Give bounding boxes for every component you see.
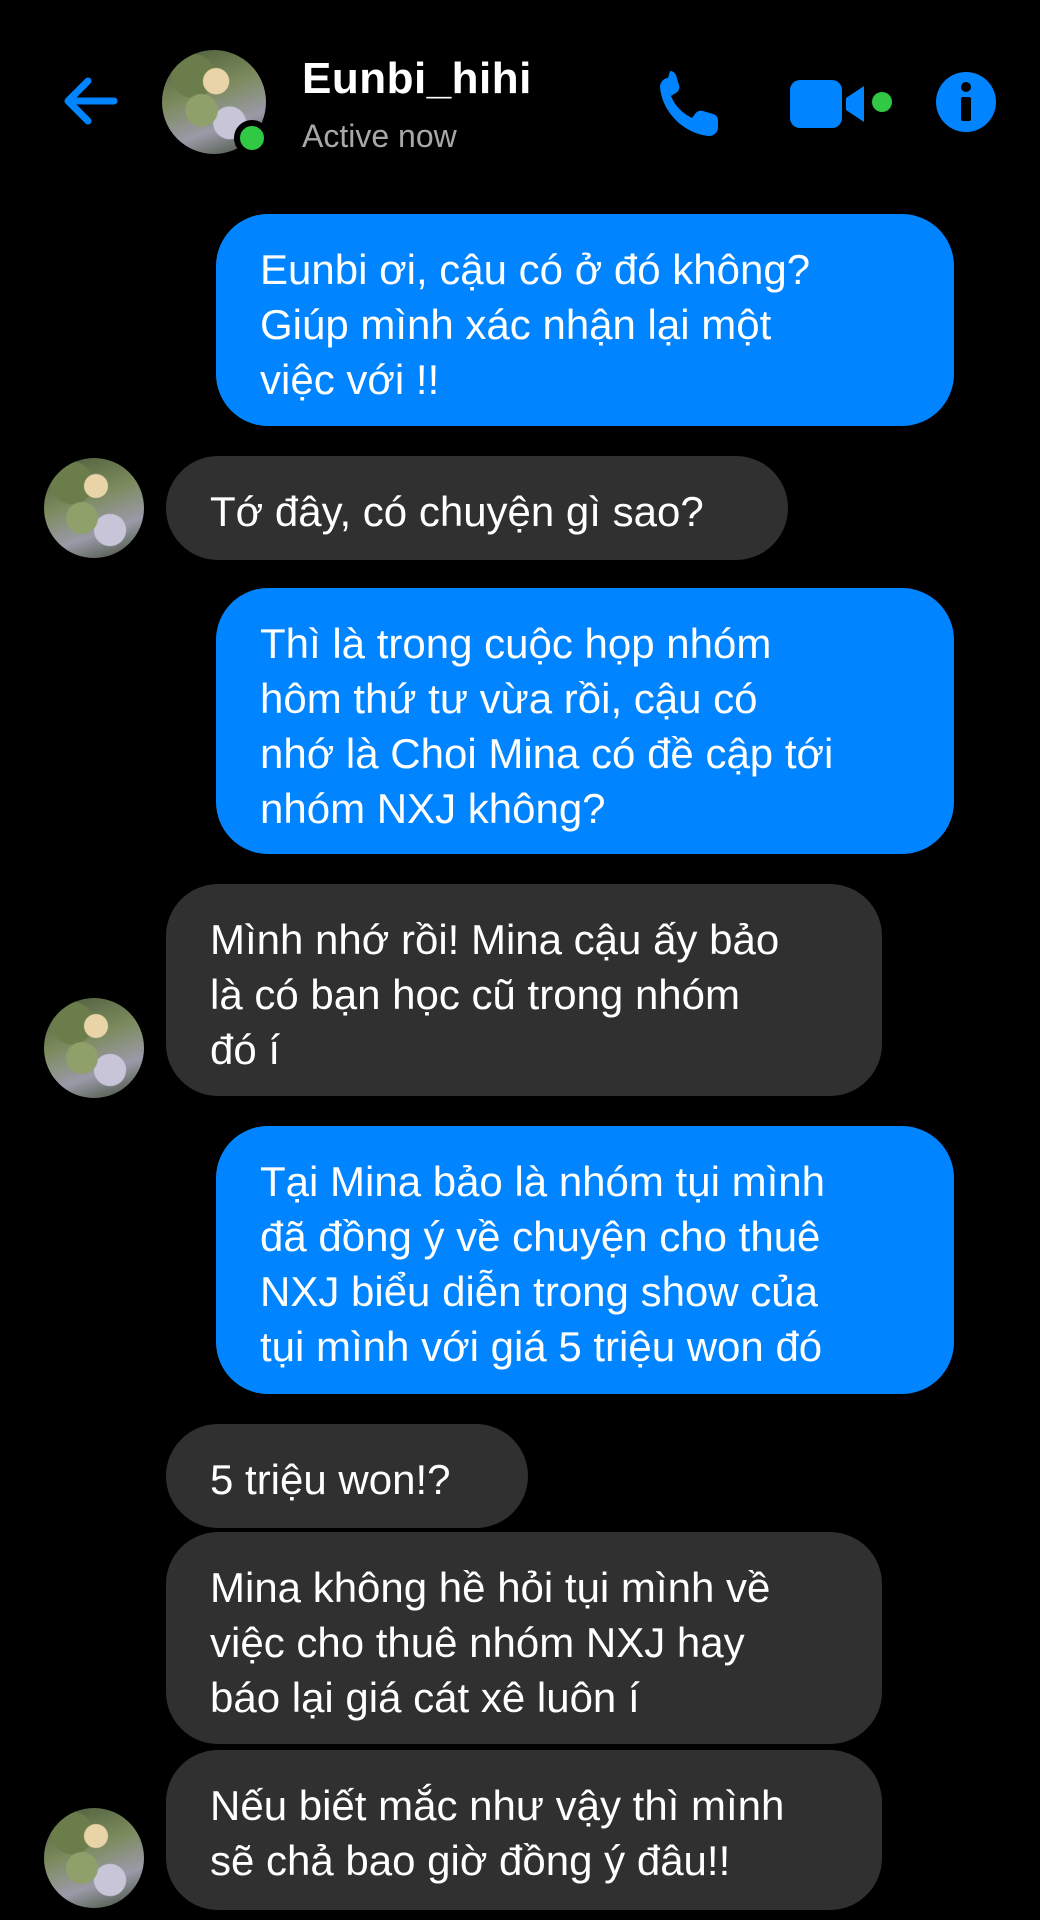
contact-status: Active now [302, 118, 457, 154]
incoming-message[interactable]: 5 triệu won!? [166, 1424, 528, 1528]
sender-avatar[interactable] [44, 458, 144, 558]
messenger-chat-screen: Eunbi_hihi Active now Eunbi ơi, cậu có ở… [0, 0, 1040, 1920]
video-call-button[interactable] [786, 76, 898, 132]
incoming-message[interactable]: Mình nhớ rồi! Mina cậu ấy bảo là có bạn … [166, 884, 882, 1096]
active-status-dot [234, 120, 270, 156]
conversation-info-button[interactable] [934, 70, 998, 134]
contact-name[interactable]: Eunbi_hihi [302, 54, 532, 104]
sender-avatar[interactable] [44, 998, 144, 1098]
outgoing-message[interactable]: Tại Mina bảo là nhóm tụi mình đã đồng ý … [216, 1126, 954, 1394]
incoming-message[interactable]: Tớ đây, có chuyện gì sao? [166, 456, 788, 560]
info-icon [936, 72, 996, 132]
incoming-message[interactable]: Mina không hề hỏi tụi mình về việc cho t… [166, 1532, 882, 1744]
back-button[interactable] [56, 66, 126, 136]
arrow-left-icon [64, 77, 118, 125]
outgoing-message[interactable]: Eunbi ơi, cậu có ở đó không? Giúp mình x… [216, 214, 954, 426]
incoming-message[interactable]: Nếu biết mắc như vậy thì mình sẽ chả bao… [166, 1750, 882, 1910]
video-camera-icon [790, 80, 892, 128]
outgoing-message[interactable]: Thì là trong cuộc họp nhóm hôm thứ tư vừ… [216, 588, 954, 854]
chat-header: Eunbi_hihi Active now [0, 0, 1040, 200]
voice-call-button[interactable] [652, 66, 724, 138]
sender-avatar[interactable] [44, 1808, 144, 1908]
contact-avatar[interactable] [162, 50, 270, 156]
phone-icon [660, 71, 718, 136]
